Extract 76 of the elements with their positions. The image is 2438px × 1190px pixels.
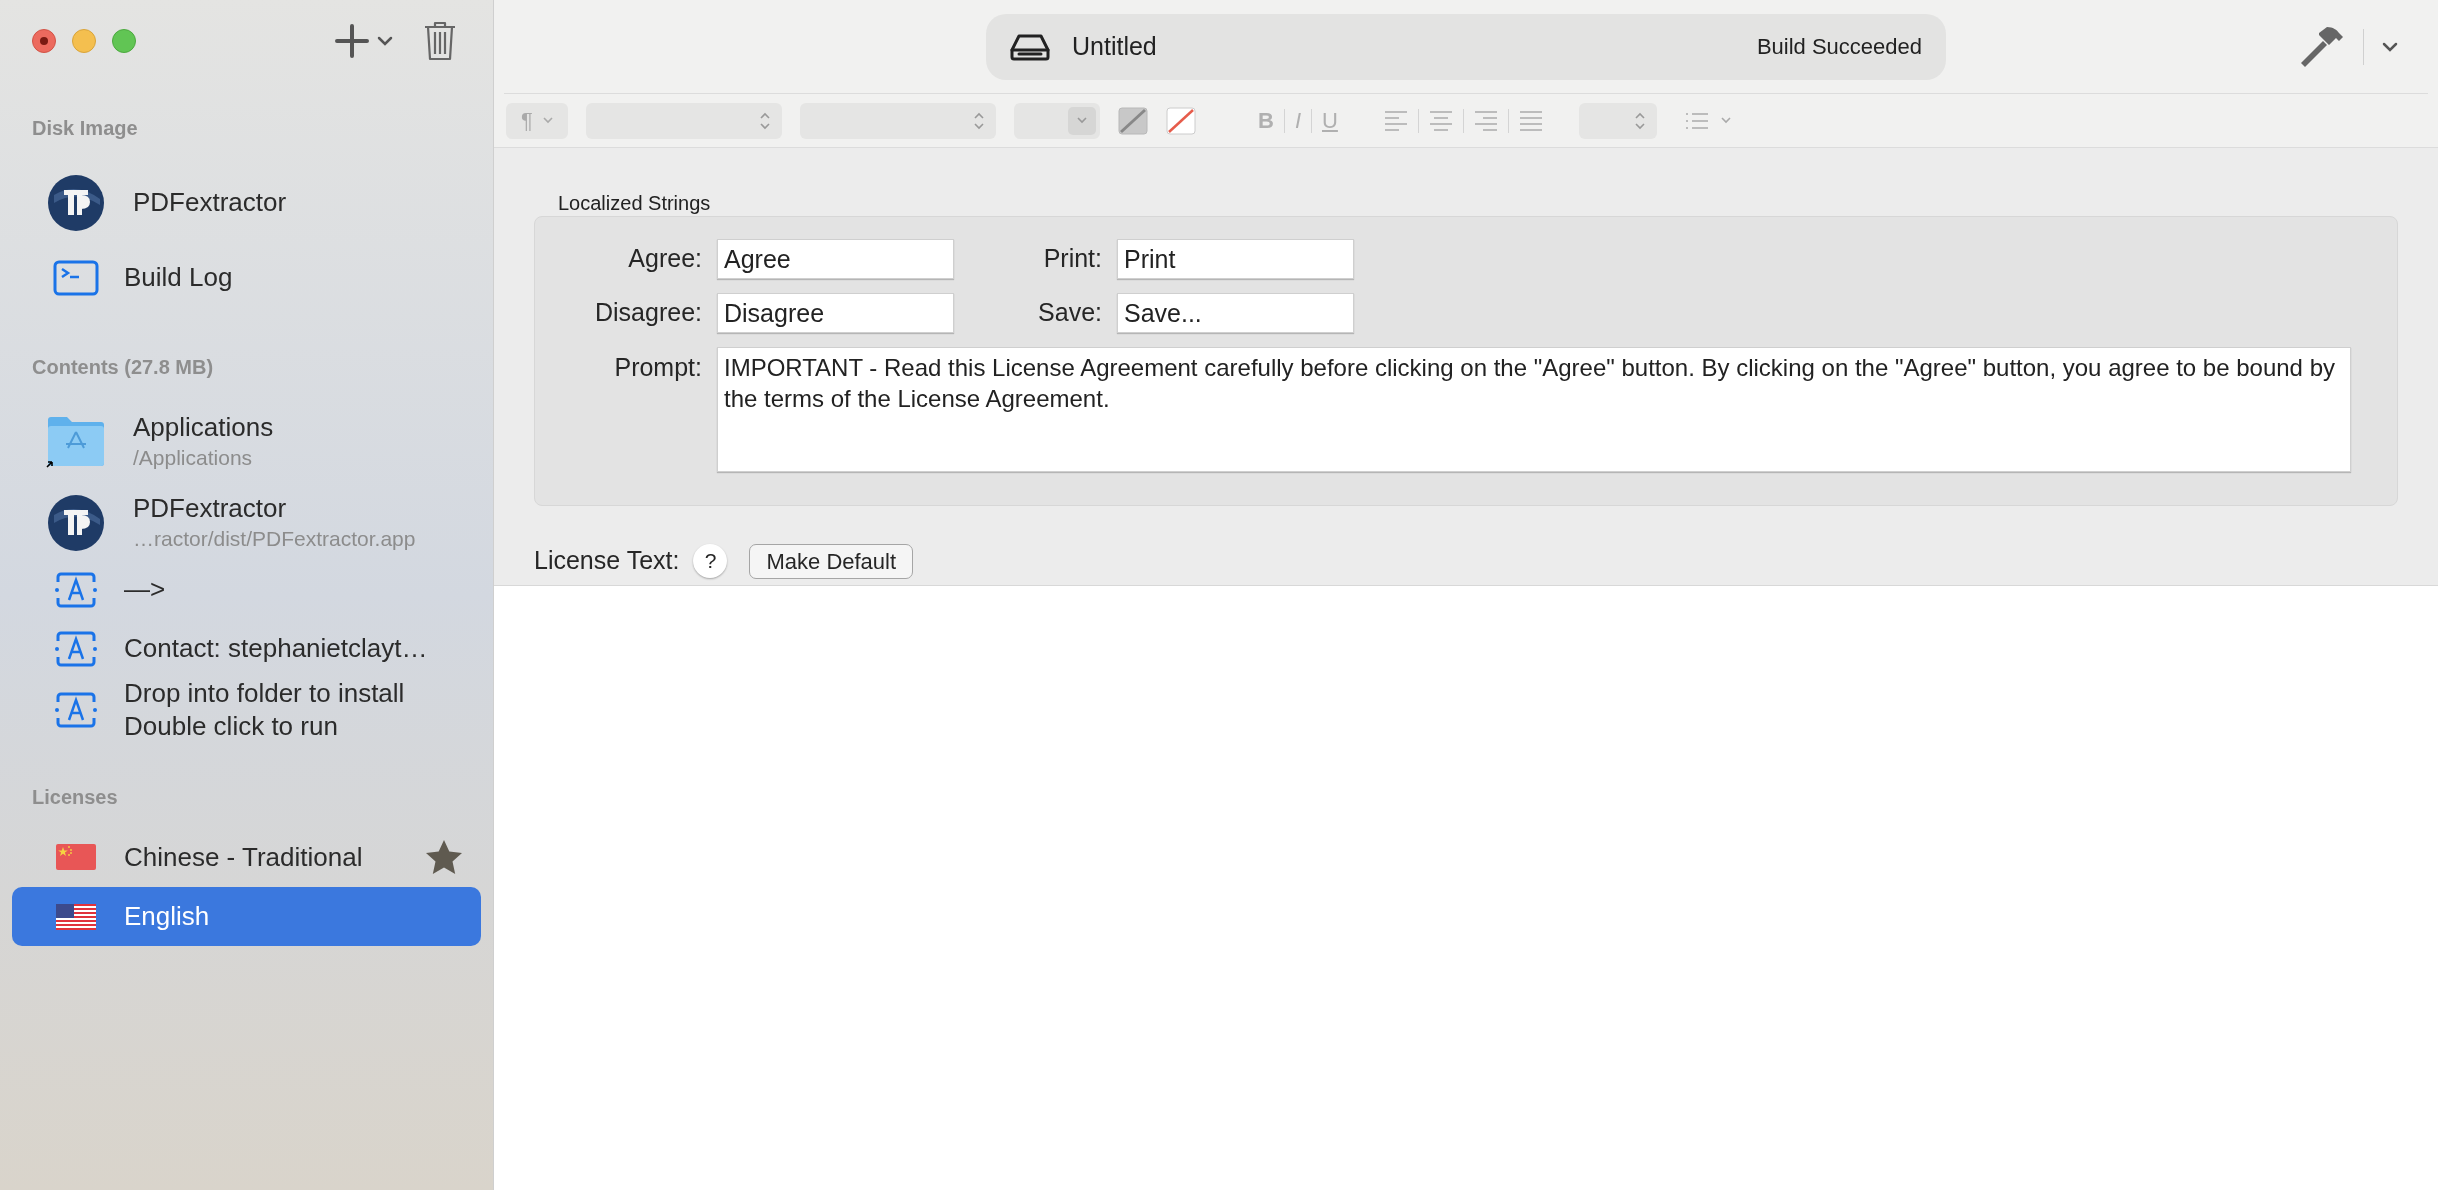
app-icon (48, 174, 104, 231)
sidebar-item[interactable]: Drop into folder to install Double click to run (0, 678, 493, 742)
flag-icon (56, 844, 96, 870)
stepper-icon (1634, 111, 1645, 130)
sidebar-item[interactable]: PDFextractor (0, 165, 493, 240)
chevron-down-icon (1077, 117, 1087, 124)
close-button[interactable] (32, 29, 56, 53)
section-header: Contents (27.8 MB) (32, 355, 215, 380)
item-label: Applications (133, 410, 274, 444)
chevron-down-icon (1720, 117, 1731, 124)
align-left-icon[interactable] (1383, 109, 1408, 132)
text-icon (54, 571, 98, 608)
list-style-button[interactable] (1684, 111, 1731, 130)
item-label: Drop into folder to install Double click to run (124, 677, 405, 743)
text-icon (54, 692, 98, 728)
item-label: Build Log (124, 261, 233, 294)
font-size-select[interactable] (1014, 102, 1100, 139)
plus-icon (335, 24, 369, 58)
sidebar-item[interactable]: Build Log (0, 240, 493, 315)
item-label: PDFextractor (133, 186, 287, 219)
sidebar-item[interactable]: PDFextractor …ractor/dist/PDFextractor.app (0, 485, 493, 560)
field-label: Agree: (627, 243, 702, 275)
item-label: PDFextractor (133, 492, 288, 525)
window-title: Untitled (1072, 30, 1157, 62)
sidebar-item[interactable]: —> (0, 560, 493, 619)
chevron-down-icon (542, 117, 553, 124)
add-menu-button[interactable] (335, 24, 393, 58)
group-title: Localized Strings (558, 191, 712, 216)
input-field[interactable]: Disagree (717, 293, 954, 333)
background-color-well-icon[interactable] (1166, 106, 1196, 135)
font-family-select[interactable] (586, 102, 782, 139)
folder-icon (46, 414, 106, 468)
item-label: Contact: stephanietclayt… (124, 632, 428, 665)
item-path: /Applications (133, 444, 254, 471)
field-label: Save: (1037, 297, 1102, 329)
help-button[interactable]: ? (693, 544, 728, 578)
align-right-icon[interactable] (1473, 109, 1498, 132)
terminal-icon (53, 259, 99, 296)
item-path: …ractor/dist/PDFextractor.app (133, 526, 416, 552)
chevron-down-icon (377, 36, 393, 46)
flag-icon (56, 903, 96, 930)
app-icon (48, 494, 104, 551)
sidebar-item[interactable]: Contact: stephanietclayt… (0, 619, 493, 678)
drive-icon (1010, 32, 1050, 61)
build-status: Build Succeeded (1756, 33, 1922, 61)
field-label: Prompt: (613, 352, 702, 383)
section-header: Disk Image (32, 116, 139, 141)
input-field[interactable]: Save... (1117, 293, 1354, 333)
stepper-icon (760, 111, 770, 130)
sidebar-item[interactable]: Applications /Applications (0, 397, 493, 485)
zoom-button[interactable] (112, 29, 136, 53)
field-label: Disagree: (594, 297, 702, 329)
item-label: —> (124, 573, 166, 606)
make-default-button[interactable]: Make Default (749, 543, 914, 579)
trash-icon[interactable] (423, 21, 457, 61)
input-field[interactable]: Agree (717, 239, 954, 279)
item-label: Chinese - Traditional (124, 840, 363, 874)
sidebar-item[interactable]: Chinese - Traditional (0, 827, 493, 887)
section-header: Licenses (32, 785, 119, 810)
text-color-well-icon[interactable] (1118, 106, 1148, 135)
list-icon (1684, 111, 1709, 130)
field-label: Print: (1042, 243, 1102, 275)
align-center-icon[interactable] (1428, 109, 1453, 132)
chevron-down-icon[interactable] (2382, 41, 2398, 52)
license-text-editor[interactable] (494, 586, 2438, 1190)
font-style-select[interactable] (800, 102, 996, 139)
minimize-button[interactable] (72, 29, 96, 53)
line-spacing-select[interactable] (1578, 102, 1657, 139)
prompt-text-area[interactable]: IMPORTANT - Read this License Agreement carefully before clicking on the "Agree" button. By clicking on the "Agree" button, you agree to be bound by the terms of the License Agreement. (717, 347, 2351, 472)
text-icon (54, 630, 98, 667)
justify-icon[interactable] (1518, 109, 1543, 132)
input-field[interactable]: Print (1117, 239, 1354, 279)
item-label: English (124, 900, 210, 933)
license-text-label: License Text: (534, 545, 680, 577)
sidebar-item[interactable]: English (12, 887, 481, 946)
stepper-icon (974, 111, 984, 130)
